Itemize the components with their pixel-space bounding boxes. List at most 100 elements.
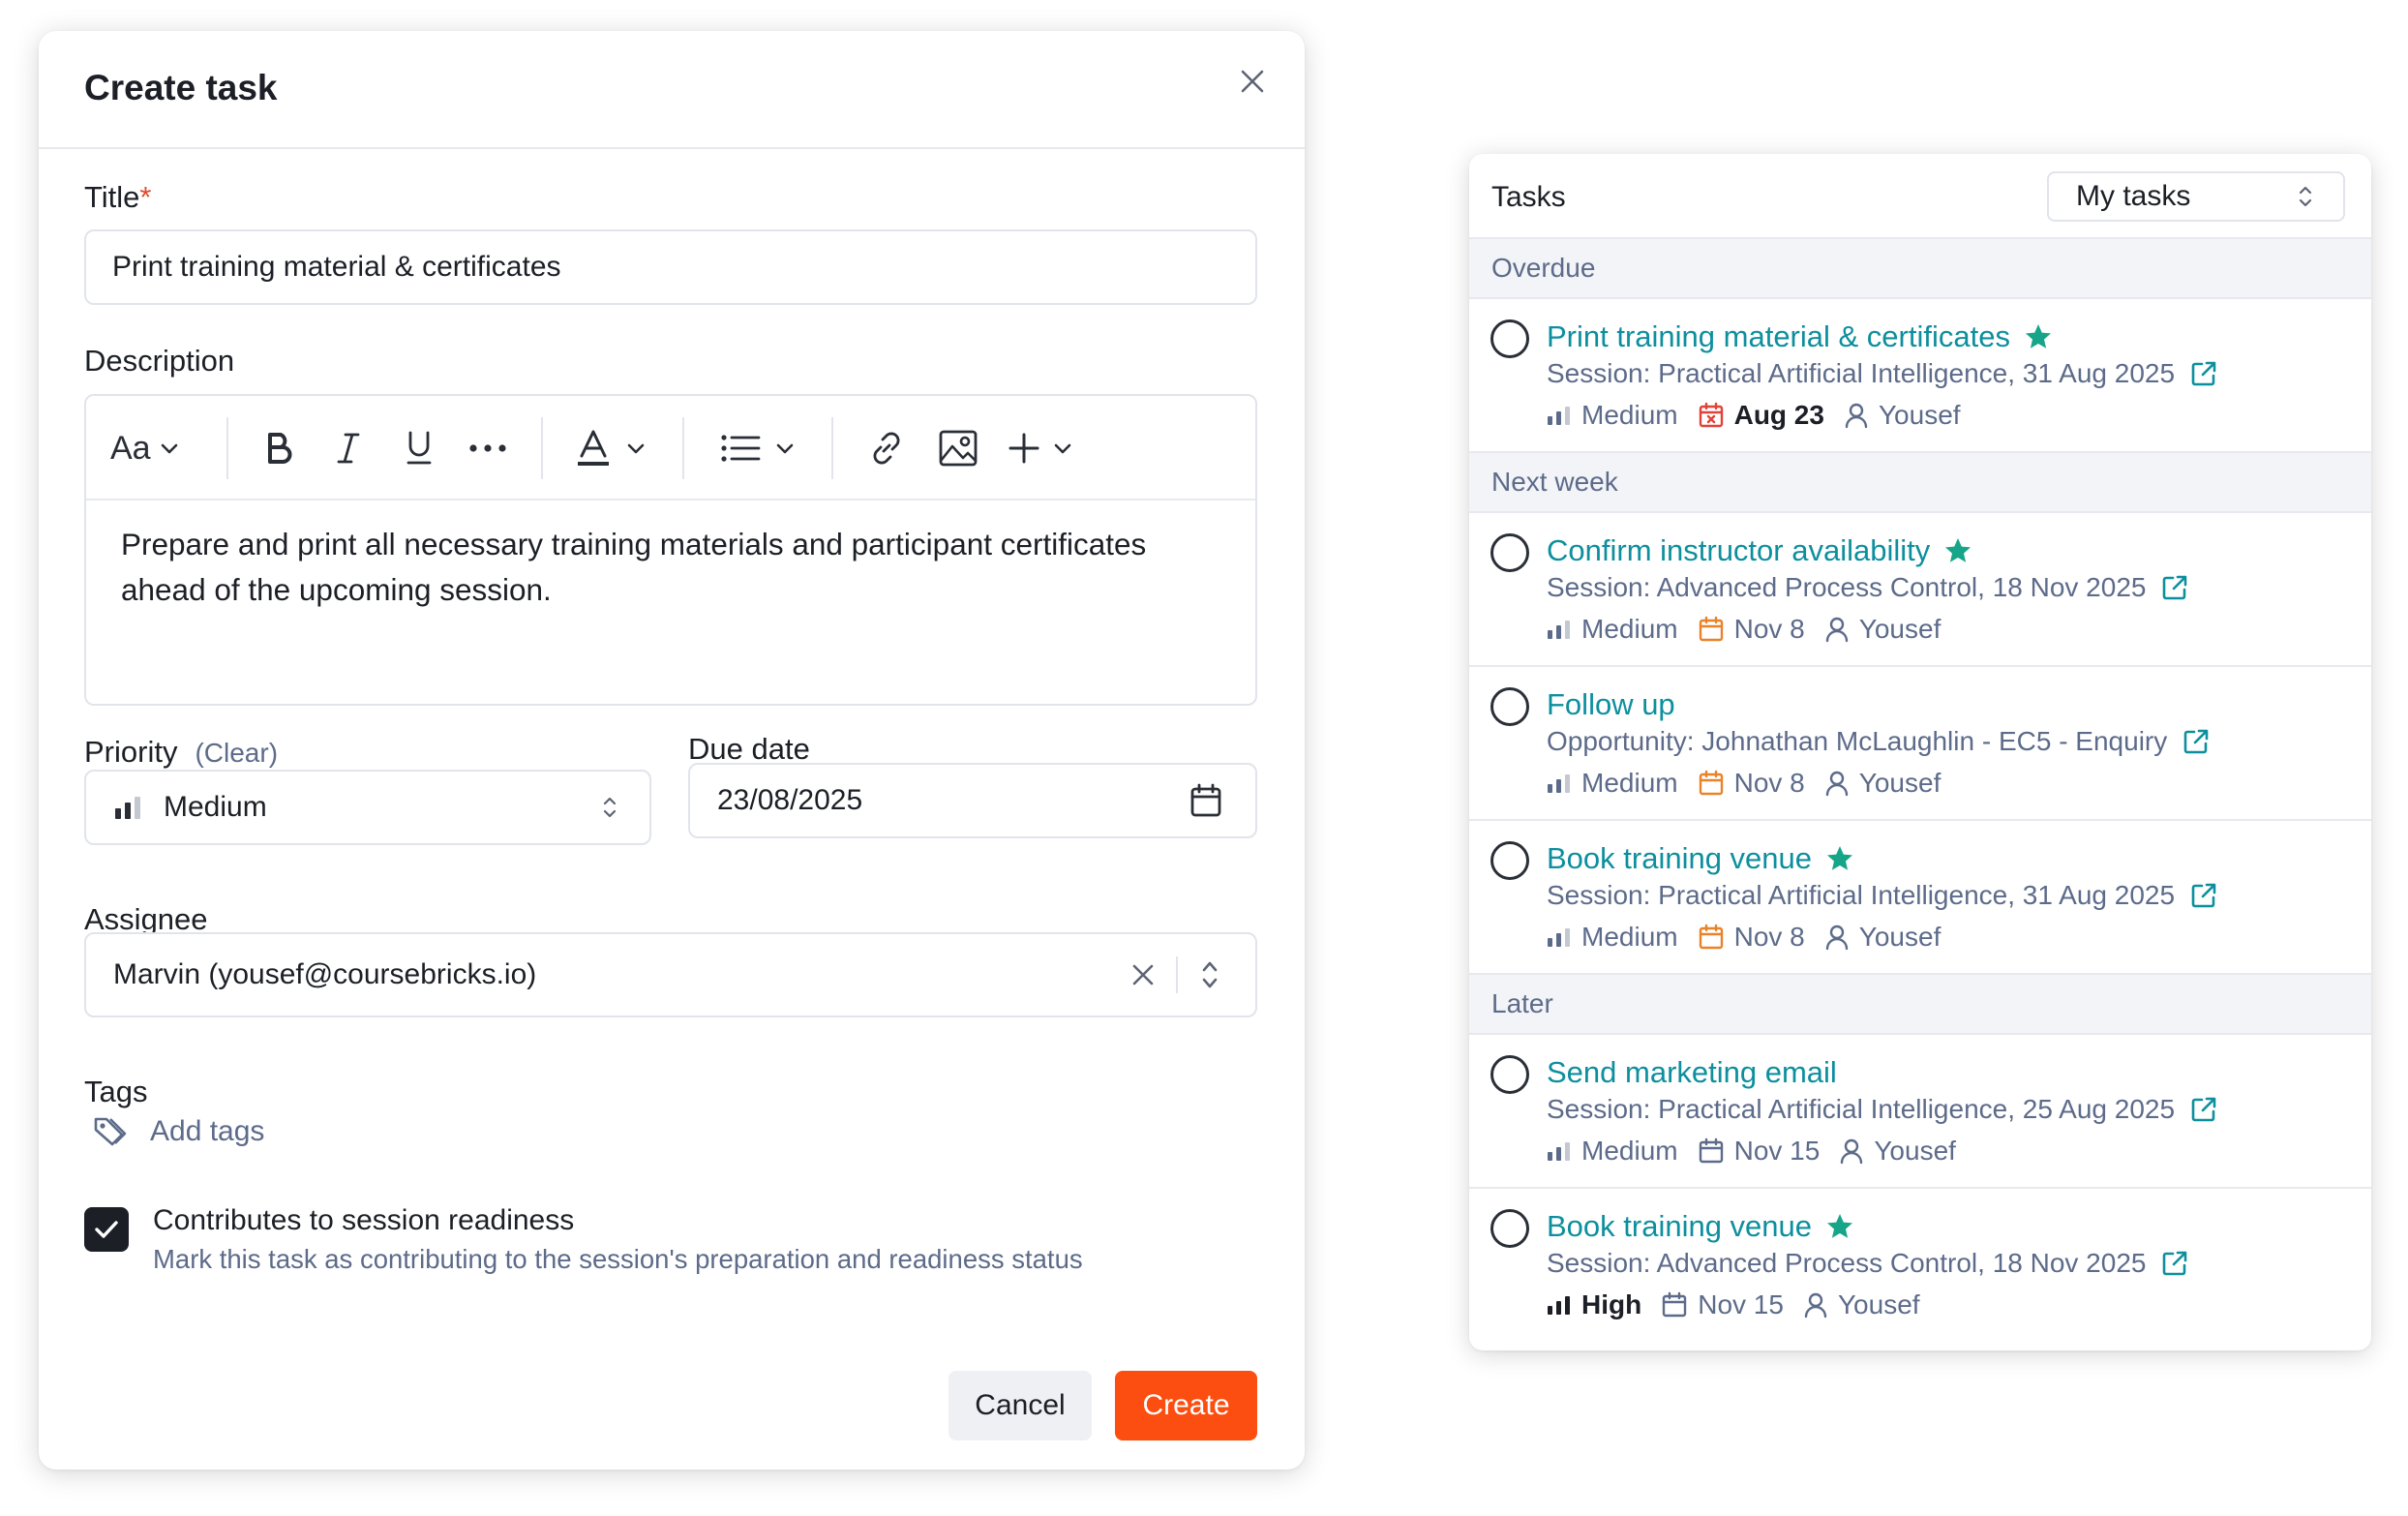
readiness-checkbox[interactable] xyxy=(84,1207,129,1252)
task-title: Follow up xyxy=(1547,687,1675,721)
group-header: Next week xyxy=(1469,453,2371,513)
task-priority-label: High xyxy=(1581,1289,1642,1319)
priority-medium-icon xyxy=(1548,1142,1570,1161)
task-item[interactable]: Confirm instructor availability Session:… xyxy=(1469,513,2371,667)
task-assignee-label: Yousef xyxy=(1878,400,1961,430)
task-due-date-label: Aug 23 xyxy=(1733,400,1824,430)
create-task-modal: Create task Title* Print training materi… xyxy=(39,31,1305,1470)
text-color-dropdown[interactable] xyxy=(575,425,647,471)
more-icon xyxy=(469,444,506,452)
task-due-date-label: Nov 15 xyxy=(1698,1289,1784,1319)
priority-value: Medium xyxy=(164,791,267,823)
task-related-text: Opportunity: Johnathan McLaughlin - EC5 … xyxy=(1547,726,2168,756)
font-size-dropdown[interactable]: Aa xyxy=(110,425,180,471)
open-related-link[interactable] xyxy=(2190,882,2217,909)
open-related-link[interactable] xyxy=(2182,728,2210,755)
priority-medium-icon xyxy=(1548,407,1570,425)
assignee-select[interactable]: Marvin (yousef@coursebricks.io) xyxy=(84,932,1257,1017)
user-icon xyxy=(1845,403,1868,429)
task-assignee-label: Yousef xyxy=(1837,1289,1920,1319)
due-date-input[interactable]: 23/08/2025 xyxy=(688,763,1257,838)
task-related-text: Session: Advanced Process Control, 18 No… xyxy=(1547,1248,2147,1278)
assignee-value: Marvin (yousef@coursebricks.io) xyxy=(113,958,537,990)
italic-button[interactable] xyxy=(334,425,363,471)
chevron-down-icon xyxy=(627,443,645,454)
toolbar-divider xyxy=(226,417,228,479)
add-tags-button[interactable]: Add tags xyxy=(92,1114,264,1149)
task-complete-toggle[interactable] xyxy=(1490,687,1529,726)
image-icon xyxy=(939,430,978,467)
task-meta: Medium Aug 23 Yousef xyxy=(1547,400,1980,431)
underline-button[interactable] xyxy=(404,425,435,471)
star-icon xyxy=(2025,324,2051,349)
image-button[interactable] xyxy=(938,425,978,471)
insert-dropdown[interactable] xyxy=(1008,425,1073,471)
task-title: Send marketing email xyxy=(1547,1055,1837,1089)
task-complete-toggle[interactable] xyxy=(1490,1209,1529,1248)
clear-assignee-button[interactable] xyxy=(1131,963,1155,986)
task-title-link[interactable]: Print training material & certificates xyxy=(1547,319,2053,354)
task-title: Confirm instructor availability xyxy=(1547,533,1931,567)
task-title-link[interactable]: Follow up xyxy=(1547,687,1675,722)
priority-medium-icon xyxy=(1548,621,1570,639)
task-priority-label: Medium xyxy=(1581,922,1678,952)
task-item[interactable]: Send marketing email Session: Practical … xyxy=(1469,1035,2371,1189)
task-title-link[interactable]: Book training venue xyxy=(1547,1209,1854,1244)
readiness-description: Mark this task as contributing to the se… xyxy=(153,1244,1083,1274)
task-complete-toggle[interactable] xyxy=(1490,533,1529,572)
external-link-icon xyxy=(2163,1251,2187,1276)
task-related-record: Session: Advanced Process Control, 18 No… xyxy=(1547,1248,2188,1279)
task-due-date: Aug 23 xyxy=(1698,400,1824,431)
cancel-button[interactable]: Cancel xyxy=(948,1371,1092,1440)
task-title: Print training material & certificates xyxy=(1547,319,2010,353)
task-title-link[interactable]: Book training venue xyxy=(1547,841,1854,876)
open-related-link[interactable] xyxy=(2190,360,2217,387)
task-assignee: Yousef xyxy=(1844,400,1961,431)
star-icon xyxy=(1945,538,1972,562)
task-title-link[interactable]: Send marketing email xyxy=(1547,1055,1837,1090)
user-icon xyxy=(1804,1292,1827,1319)
task-complete-toggle[interactable] xyxy=(1490,1055,1529,1094)
priority-clear-link[interactable]: (Clear) xyxy=(195,738,278,769)
more-formatting-button[interactable] xyxy=(468,425,507,471)
chevron-up-down-icon xyxy=(1202,961,1218,988)
task-due-date: Nov 15 xyxy=(1661,1289,1784,1320)
title-input[interactable]: Print training material & certificates xyxy=(84,229,1257,305)
task-item[interactable]: Follow up Opportunity: Johnathan McLaugh… xyxy=(1469,667,2371,821)
open-related-link[interactable] xyxy=(2161,1250,2188,1277)
open-related-link[interactable] xyxy=(2161,574,2188,601)
task-item[interactable]: Book training venue Session: Practical A… xyxy=(1469,821,2371,975)
list-dropdown[interactable] xyxy=(720,425,796,471)
priority-label: Priority (Clear) xyxy=(84,735,278,770)
create-button[interactable]: Create xyxy=(1115,1371,1257,1440)
task-item[interactable]: Book training venue Session: Advanced Pr… xyxy=(1469,1189,2371,1343)
task-related-text: Session: Practical Artificial Intelligen… xyxy=(1547,880,2176,910)
tags-label: Tags xyxy=(84,1075,148,1108)
add-tags-label: Add tags xyxy=(150,1115,265,1147)
link-button[interactable] xyxy=(868,425,905,471)
calendar-icon xyxy=(1699,770,1723,796)
task-filter-select[interactable]: My tasks xyxy=(2047,171,2345,222)
task-assignee-label: Yousef xyxy=(1874,1136,1956,1166)
chevron-up-down-icon xyxy=(2299,186,2312,207)
calendar-icon xyxy=(1699,616,1723,642)
task-item[interactable]: Print training material & certificates S… xyxy=(1469,299,2371,453)
checkmark-icon xyxy=(95,1221,118,1238)
description-text[interactable]: Prepare and print all necessary training… xyxy=(86,500,1255,634)
bold-button[interactable] xyxy=(263,425,294,471)
task-related-record: Session: Practical Artificial Intelligen… xyxy=(1547,358,2217,389)
task-complete-toggle[interactable] xyxy=(1490,319,1529,358)
open-related-link[interactable] xyxy=(2190,1096,2217,1123)
task-complete-toggle[interactable] xyxy=(1490,841,1529,880)
task-priority: High xyxy=(1547,1289,1641,1320)
tasks-panel-header: Tasks My tasks xyxy=(1469,154,2371,239)
close-icon xyxy=(1241,70,1264,93)
assignee-divider xyxy=(1176,956,1178,993)
priority-label-text: Priority xyxy=(84,735,178,769)
task-related-text: Session: Advanced Process Control, 18 No… xyxy=(1547,572,2147,602)
priority-select[interactable]: Medium xyxy=(84,770,651,845)
task-title-link[interactable]: Confirm instructor availability xyxy=(1547,533,1972,568)
task-priority: Medium xyxy=(1547,400,1678,431)
close-button[interactable] xyxy=(1233,62,1272,101)
chevron-up-down-icon xyxy=(603,797,617,818)
